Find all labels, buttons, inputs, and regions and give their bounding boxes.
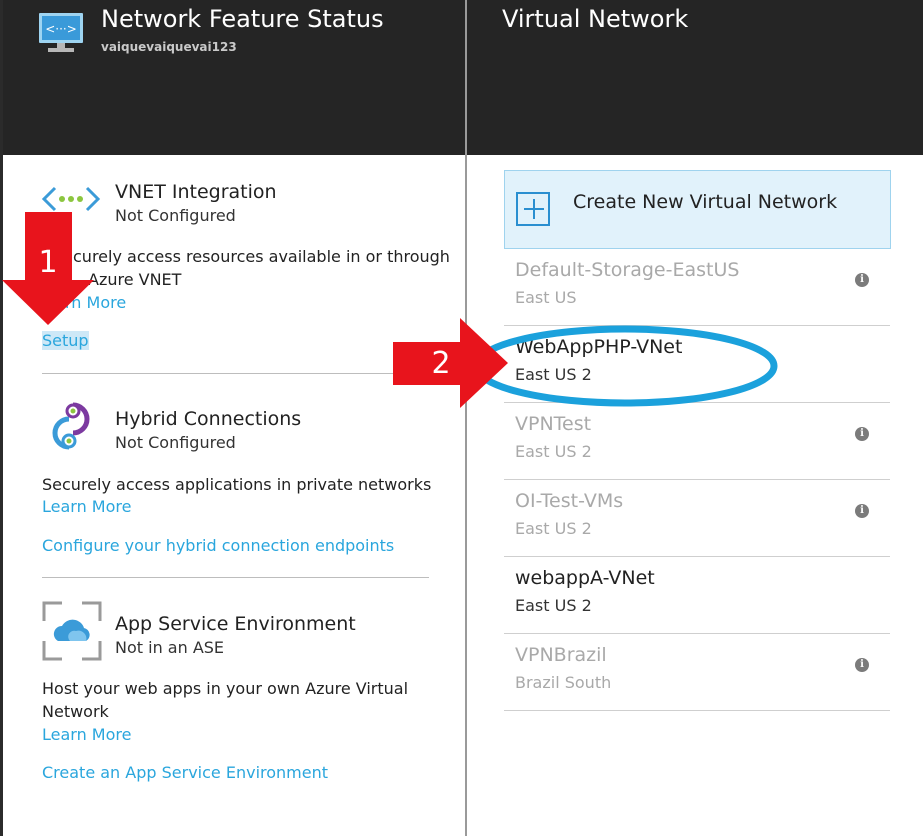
vnet-location: East US 2 — [515, 365, 592, 384]
vnet-learn-more-link[interactable]: rn More — [65, 293, 126, 312]
configure-hybrid-link[interactable]: Configure your hybrid connection endpoin… — [42, 536, 394, 555]
plus-icon — [516, 192, 550, 226]
vnet-list-item[interactable]: WebAppPHP-VNet East US 2 — [504, 326, 890, 403]
svg-text:<···>: <···> — [45, 22, 77, 36]
info-icon[interactable]: i — [855, 273, 869, 287]
vnet-location: Brazil South — [515, 673, 612, 692]
vnet-name: VPNTest — [515, 413, 592, 435]
section-divider — [42, 577, 429, 578]
blade-header: <···> Network Feature Status vaiquevaiqu… — [3, 0, 465, 155]
ase-learn-more-link[interactable]: Learn More — [42, 725, 131, 744]
network-feature-status-blade: <···> Network Feature Status vaiquevaiqu… — [3, 0, 465, 836]
vnet-integration-title: VNET Integration — [115, 181, 277, 203]
vnet-location: East US — [515, 288, 577, 307]
vnet-list-item[interactable]: OI-Test-VMs East US 2 i — [504, 480, 890, 557]
vnet-list-item[interactable]: VPNBrazil Brazil South i — [504, 634, 890, 711]
ase-desc-line2: Network — [42, 702, 109, 721]
ase-status: Not in an ASE — [115, 638, 225, 657]
vnet-name: Default-Storage-EastUS — [515, 259, 740, 281]
vnet-list-item[interactable]: VPNTest East US 2 i — [504, 403, 890, 480]
info-icon[interactable]: i — [855, 658, 869, 672]
vnet-name: webappA-VNet — [515, 567, 655, 589]
info-icon[interactable]: i — [855, 427, 869, 441]
app-name: vaiquevaiquevai123 — [101, 40, 237, 54]
hybrid-connections-title: Hybrid Connections — [115, 408, 302, 430]
virtual-network-blade: Virtual Network Create New Virtual Netwo… — [467, 0, 923, 836]
section-divider — [42, 373, 429, 374]
create-ase-link[interactable]: Create an App Service Environment — [42, 763, 328, 782]
create-virtual-network-label: Create New Virtual Network — [573, 191, 838, 213]
vnet-name: VPNBrazil — [515, 644, 607, 666]
create-virtual-network-button[interactable]: Create New Virtual Network — [504, 170, 891, 249]
page-title: Virtual Network — [502, 5, 689, 33]
vnet-integration-status: Not Configured — [115, 206, 236, 225]
vnet-desc-line1: curely access resources available in or … — [73, 247, 450, 266]
vnet-name: OI-Test-VMs — [515, 490, 624, 512]
hybrid-desc: Securely access applications in private … — [42, 475, 432, 494]
hybrid-connections-status: Not Configured — [115, 433, 236, 452]
vnet-list-item[interactable]: webappA-VNet East US 2 — [504, 557, 890, 634]
vnet-icon — [41, 186, 101, 212]
hybrid-learn-more-link[interactable]: Learn More — [42, 497, 131, 516]
ase-desc-line1: Host your web apps in your own Azure Vir… — [42, 679, 409, 698]
info-icon[interactable]: i — [855, 504, 869, 518]
vnet-location: East US 2 — [515, 596, 592, 615]
vnet-desc-line2: Azure VNET — [88, 270, 182, 289]
vnet-location: East US 2 — [515, 519, 592, 538]
ase-title: App Service Environment — [115, 613, 356, 635]
vnet-location: East US 2 — [515, 442, 592, 461]
hybrid-connections-icon — [52, 402, 90, 450]
vnet-list-item[interactable]: Default-Storage-EastUS East US i — [504, 249, 890, 326]
blade-header: Virtual Network — [467, 0, 923, 155]
app-service-environment-icon — [42, 601, 102, 661]
page-title: Network Feature Status — [101, 5, 384, 33]
vnet-name: WebAppPHP-VNet — [515, 336, 683, 358]
monitor-network-icon: <···> — [39, 13, 83, 52]
vnet-setup-link[interactable]: Setup — [42, 331, 89, 350]
